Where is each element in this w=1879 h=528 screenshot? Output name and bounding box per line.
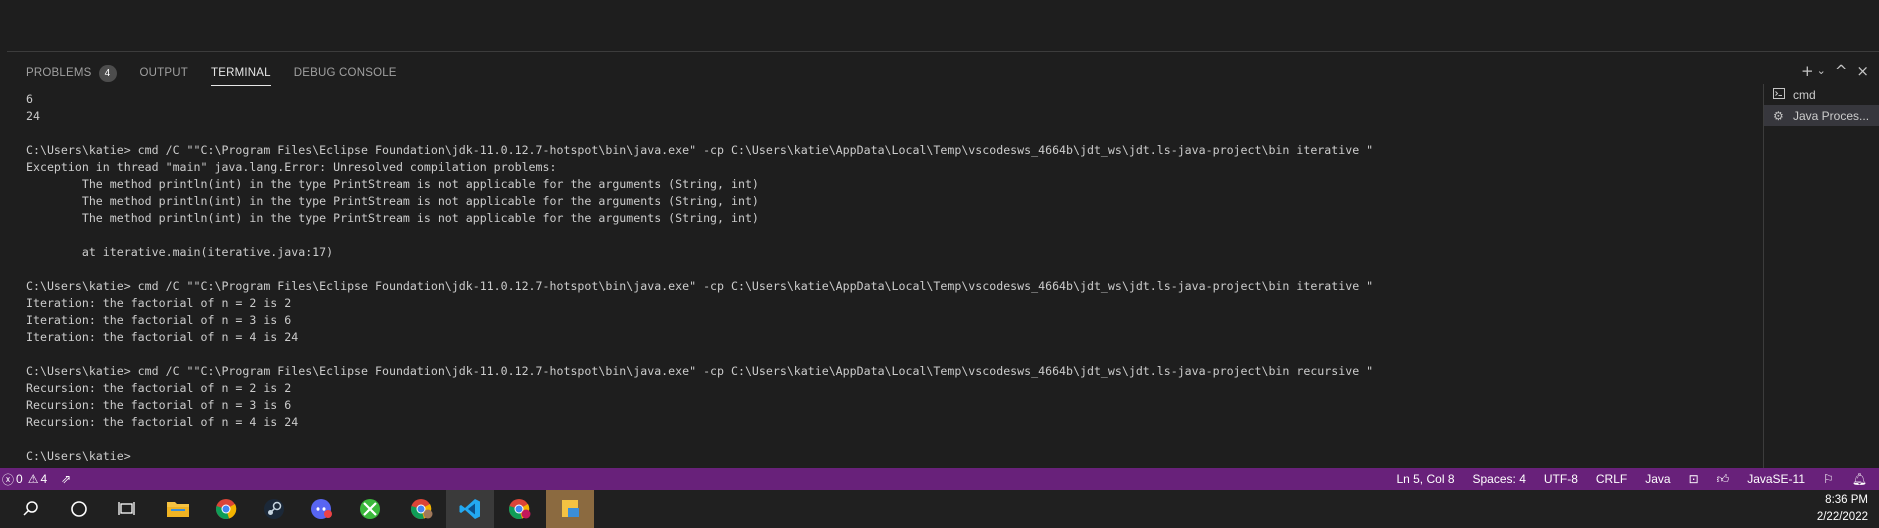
terminal-icon	[1773, 87, 1789, 102]
terminal-instance-list: cmd ⚙ Java Proces...	[1763, 84, 1879, 468]
cortana-icon[interactable]	[55, 490, 103, 528]
discord-icon[interactable]	[298, 490, 346, 528]
problems-count-badge: 4	[98, 64, 117, 82]
file-explorer-icon[interactable]	[154, 490, 202, 528]
terminal-dropdown-icon[interactable]: ⌄	[1817, 63, 1826, 79]
terminal-line: The method println(int) in the type Prin…	[26, 177, 759, 191]
tab-terminal-label: TERMINAL	[211, 66, 271, 79]
java-version[interactable]: JavaSE-11	[1747, 472, 1805, 486]
close-panel-icon[interactable]: ×	[1856, 63, 1869, 79]
terminal-line: C:\Users\katie>	[26, 449, 131, 463]
terminal-instance-cmd[interactable]: cmd	[1764, 84, 1879, 105]
xbox-icon[interactable]	[346, 490, 394, 528]
editor-area	[0, 0, 1879, 51]
new-terminal-icon[interactable]: +	[1801, 63, 1814, 79]
tab-problems[interactable]: PROBLEMS 4	[26, 60, 117, 86]
terminal-line: 24	[26, 109, 40, 123]
tab-output-label: OUTPUT	[139, 67, 188, 79]
sticky-app-icon[interactable]	[546, 490, 594, 528]
clock-time: 8:36 PM	[1825, 494, 1868, 506]
terminal-line: The method println(int) in the type Prin…	[26, 211, 759, 225]
maximize-panel-icon[interactable]: ^	[1835, 63, 1848, 79]
status-bar: ⓧ 0 ⚠ 4 ⇗ Ln 5, Col 8 Spaces: 4 UTF-8 CR…	[0, 468, 1879, 490]
warning-icon: ⚠	[27, 472, 39, 486]
terminal-line: Iteration: the factorial of n = 2 is 2	[26, 296, 292, 310]
terminal-line: Iteration: the factorial of n = 4 is 24	[26, 330, 299, 344]
clock-date: 2/22/2022	[1816, 511, 1868, 523]
terminal-line: C:\Users\katie> cmd /C ""C:\Program File…	[26, 279, 1374, 293]
problems-status[interactable]: ⓧ 0 ⚠ 4	[2, 471, 47, 488]
indentation[interactable]: Spaces: 4	[1473, 472, 1526, 486]
status-bar-left: ⓧ 0 ⚠ 4 ⇗	[2, 468, 71, 490]
terminal-output[interactable]: 6 24 C:\Users\katie> cmd /C ""C:\Program F…	[26, 91, 1756, 463]
braces-icon[interactable]: ⊡	[1689, 472, 1699, 486]
panel-actions: + ⌄ ^ ×	[1801, 60, 1869, 82]
task-view-icon[interactable]	[103, 490, 151, 528]
chrome-profile-k-icon[interactable]	[496, 490, 544, 528]
terminal-instance-label: cmd	[1793, 87, 1816, 102]
terminal-line: 6	[26, 92, 33, 106]
status-bar-right: Ln 5, Col 8 Spaces: 4 UTF-8 CRLF Java ⊡ …	[1396, 468, 1867, 490]
windows-taskbar: 8:36 PM 2/22/2022	[0, 490, 1879, 528]
terminal-instance-java-process[interactable]: ⚙ Java Proces...	[1764, 105, 1879, 126]
chrome-icon[interactable]	[202, 490, 250, 528]
terminal-line: The method println(int) in the type Prin…	[26, 194, 759, 208]
end-of-line[interactable]: CRLF	[1596, 472, 1627, 486]
bottom-panel: PROBLEMS 4 OUTPUT TERMINAL DEBUG CONSOLE…	[7, 52, 1879, 468]
terminal-instance-label: Java Proces...	[1793, 108, 1870, 123]
thumbs-up-icon[interactable]: 👍︎	[1717, 472, 1730, 487]
vscode-icon[interactable]	[446, 490, 494, 528]
error-count: 0	[16, 472, 23, 486]
terminal-line: Iteration: the factorial of n = 3 is 6	[26, 313, 292, 327]
cursor-position[interactable]: Ln 5, Col 8	[1396, 472, 1454, 486]
tab-debug-console-label: DEBUG CONSOLE	[293, 67, 397, 79]
chrome-profile-icon[interactable]	[398, 490, 446, 528]
terminal-line: Exception in thread "main" java.lang.Err…	[26, 160, 557, 174]
terminal-line: C:\Users\katie> cmd /C ""C:\Program File…	[26, 143, 1374, 157]
tab-terminal[interactable]: TERMINAL	[211, 60, 271, 86]
encoding[interactable]: UTF-8	[1544, 472, 1578, 486]
terminal-line: Recursion: the factorial of n = 2 is 2	[26, 381, 292, 395]
search-icon[interactable]	[7, 490, 55, 528]
terminal-line: Recursion: the factorial of n = 3 is 6	[26, 398, 292, 412]
steam-icon[interactable]	[250, 490, 298, 528]
warning-count: 4	[40, 472, 48, 486]
tab-debug-console[interactable]: DEBUG CONSOLE	[294, 60, 397, 86]
tab-problems-label: PROBLEMS	[26, 67, 92, 79]
tab-output[interactable]: OUTPUT	[140, 60, 188, 86]
accounts-icon[interactable]: ⚐	[1823, 472, 1834, 486]
terminal-line: Recursion: the factorial of n = 4 is 24	[26, 415, 299, 429]
system-clock[interactable]: 8:36 PM 2/22/2022	[1817, 490, 1868, 528]
debug-gear-icon: ⚙	[1773, 108, 1784, 123]
error-icon: ⓧ	[2, 472, 15, 487]
live-share-icon[interactable]: ⇗	[61, 472, 71, 486]
panel-tabs: PROBLEMS 4 OUTPUT TERMINAL DEBUG CONSOLE	[26, 60, 420, 86]
notifications-bell-icon[interactable]: 🔔︎	[1852, 472, 1867, 486]
terminal-line: C:\Users\katie> cmd /C ""C:\Program File…	[26, 364, 1374, 378]
language-mode[interactable]: Java	[1645, 472, 1670, 486]
terminal-line: at iterative.main(iterative.java:17)	[26, 245, 334, 259]
